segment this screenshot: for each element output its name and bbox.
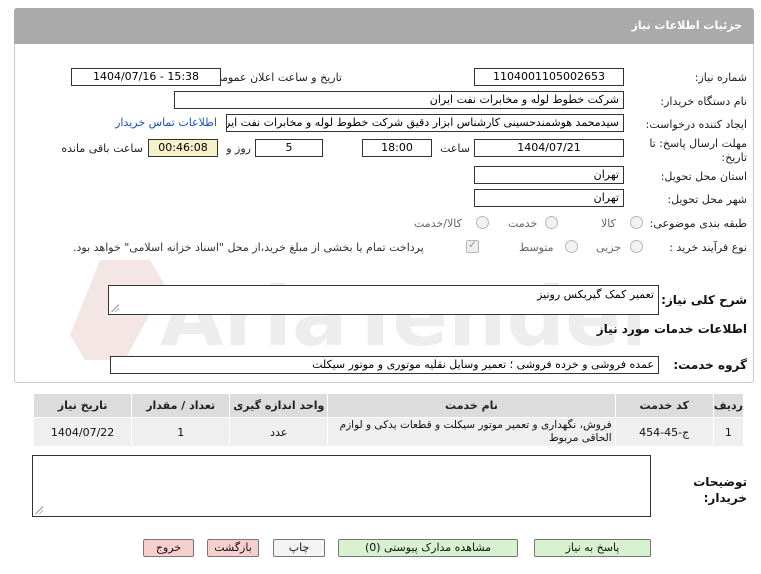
- deadline-label: مهلت ارسال پاسخ: تا تاریخ:: [649, 137, 747, 164]
- announce-label: تاریخ و ساعت اعلان عمومی:: [209, 71, 342, 84]
- buyer-org-label: نام دستگاه خریدار:: [660, 95, 747, 108]
- treasury-payment-note: پرداخت تمام یا بخشی از مبلغ خرید،از محل …: [73, 241, 424, 254]
- need-number-label: شماره نیاز:: [694, 71, 747, 84]
- view-attachments-button[interactable]: مشاهده مدارک پیوستی (0): [338, 539, 518, 557]
- purchase-radio-medium[interactable]: [565, 240, 578, 253]
- cell-service-name: فروش، نگهداری و تعمیر موتور سیکلت و قطعا…: [327, 417, 616, 447]
- days-field: 5: [255, 139, 323, 157]
- col-quantity: تعداد / مقدار: [131, 393, 231, 418]
- description-label: شرح کلی نیاز:: [661, 293, 747, 307]
- creator-field: سیدمحمد هوشمندحسینی کارشناس ابزار دقیق ش…: [226, 114, 624, 132]
- print-button[interactable]: چاپ: [273, 539, 325, 557]
- category-option-goods: کالا: [601, 217, 616, 230]
- services-section-title: اطلاعات خدمات مورد نیاز: [596, 322, 747, 336]
- deadline-date-field: 1404/07/21: [474, 139, 624, 157]
- category-radio-goods[interactable]: [630, 216, 643, 229]
- col-service-code: کد خدمت: [614, 393, 714, 418]
- cell-quantity: 1: [131, 417, 231, 447]
- city-field: تهران: [474, 189, 624, 207]
- panel-title: جزئیات اطلاعات نیاز: [631, 19, 743, 32]
- exit-button[interactable]: خروج: [143, 539, 194, 557]
- panel-title-bar: جزئیات اطلاعات نیاز: [14, 8, 754, 44]
- category-option-service: خدمت: [508, 217, 538, 230]
- col-service-name: نام خدمت: [327, 393, 616, 418]
- cell-unit: عدد: [229, 417, 329, 447]
- resize-handle-icon[interactable]: [111, 304, 119, 312]
- buyer-notes-label: توضیحات خریدار:: [693, 475, 747, 505]
- col-unit: واحد اندازه گیری: [229, 393, 329, 418]
- deadline-hour-field: 18:00: [362, 139, 432, 157]
- remaining-time-field: 00:46:08: [148, 139, 218, 157]
- announce-field: 1404/07/16 - 15:38: [71, 68, 221, 86]
- category-radio-both[interactable]: [476, 216, 489, 229]
- need-number-field: 1104001105002653: [474, 68, 624, 86]
- resize-handle-icon[interactable]: [35, 506, 43, 514]
- days-label: روز و: [226, 142, 251, 155]
- treasury-checkbox[interactable]: [466, 238, 479, 253]
- creator-label: ایجاد کننده درخواست:: [645, 118, 747, 131]
- province-field: تهران: [474, 166, 624, 184]
- purchase-option-minor: جزیی: [596, 241, 622, 254]
- hour-label: ساعت: [440, 142, 470, 155]
- remaining-label: ساعت باقی مانده: [61, 142, 143, 155]
- cell-need-date: 1404/07/22: [32, 417, 133, 447]
- purchase-option-medium: متوسط: [519, 241, 554, 254]
- table-row: 1 ج-45-454 فروش، نگهداری و تعمیر موتور س…: [32, 417, 745, 447]
- description-text: تعمیر کمک گیربکس رونیز: [537, 288, 654, 301]
- category-label: طبقه بندی موضوعی:: [649, 217, 747, 230]
- category-radio-service[interactable]: [545, 216, 558, 229]
- buyer-notes-textarea[interactable]: [32, 455, 651, 517]
- col-need-date: تاریخ نیاز: [32, 393, 133, 418]
- service-group-label: گروه خدمت:: [673, 358, 747, 372]
- back-button[interactable]: بازگشت: [207, 539, 259, 557]
- province-label: استان محل تحویل:: [660, 170, 747, 183]
- service-group-field: عمده فروشی و خرده فروشی ؛ تعمیر وسایل نق…: [110, 356, 659, 374]
- cell-service-code: ج-45-454: [614, 417, 714, 447]
- city-label: شهر محل تحویل:: [667, 193, 747, 206]
- buyer-contact-link[interactable]: اطلاعات تماس خریدار: [115, 116, 217, 129]
- col-row-number: ردیف: [712, 393, 745, 418]
- cell-row-number: 1: [712, 417, 745, 447]
- reply-button[interactable]: پاسخ به نیاز: [534, 539, 651, 557]
- table-header-row: ردیف کد خدمت نام خدمت واحد اندازه گیری ت…: [32, 393, 745, 418]
- purchase-type-label: نوع فرآیند خرید :: [669, 241, 747, 254]
- category-option-both: کالا/خدمت: [414, 217, 462, 230]
- services-table: ردیف کد خدمت نام خدمت واحد اندازه گیری ت…: [32, 393, 745, 447]
- buyer-org-field: شرکت خطوط لوله و مخابرات نفت ایران: [174, 91, 624, 109]
- description-textarea: تعمیر کمک گیربکس رونیز: [108, 285, 659, 315]
- purchase-radio-minor[interactable]: [630, 240, 643, 253]
